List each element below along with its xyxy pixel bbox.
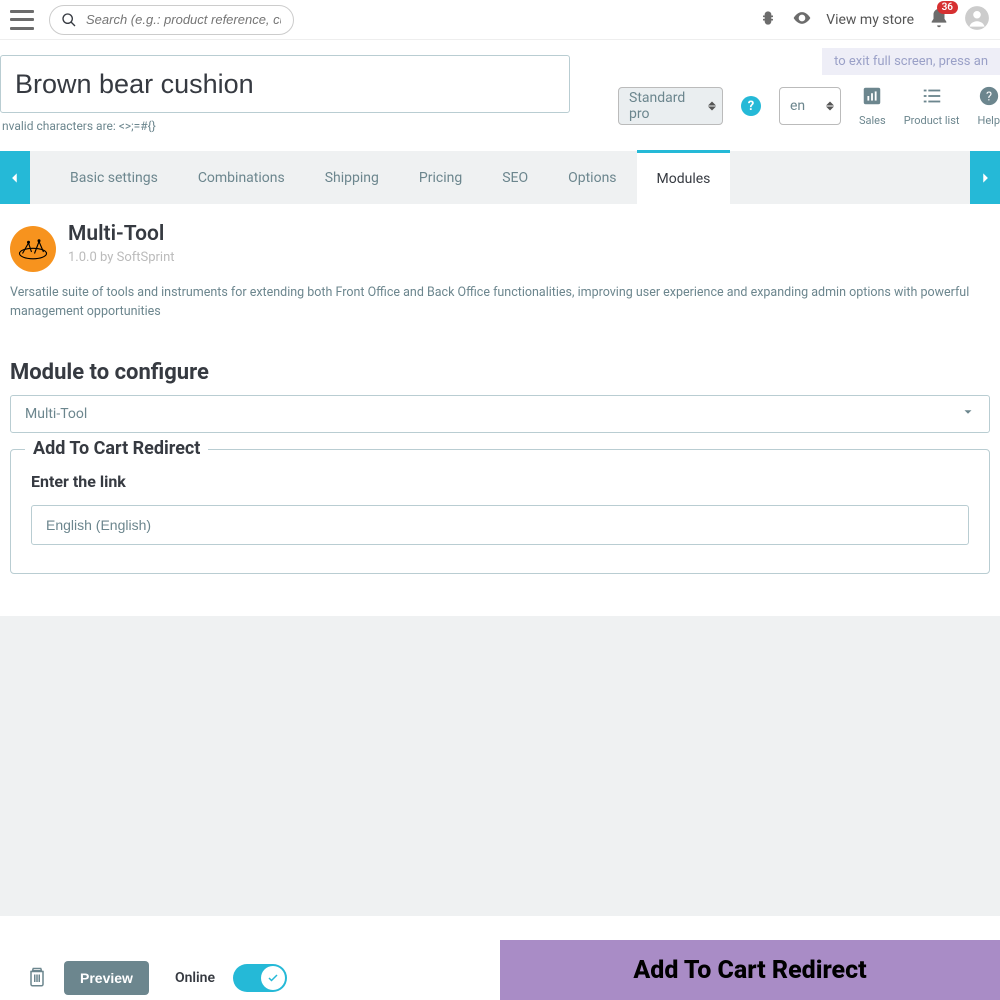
fullscreen-hint: to exit full screen, press an [822, 48, 1000, 75]
sales-link[interactable]: Sales [859, 85, 886, 127]
list-icon [921, 85, 943, 110]
redirect-fieldset: Add To Cart Redirect Enter the link [10, 449, 990, 574]
module-logo [10, 226, 56, 272]
sales-label: Sales [859, 114, 886, 127]
module-title-wrap: Multi-Tool 1.0.0 by SoftSprint [68, 222, 175, 265]
bar-chart-icon [861, 85, 883, 110]
product-list-label: Product list [904, 114, 960, 127]
question-icon: ? [978, 85, 1000, 110]
module-select-value: Multi-Tool [25, 406, 87, 422]
bell-icon [928, 14, 950, 33]
tab-options[interactable]: Options [548, 151, 636, 204]
module-header: Multi-Tool 1.0.0 by SoftSprint [10, 222, 990, 272]
module-subtitle: 1.0.0 by SoftSprint [68, 250, 175, 265]
module-description: Versatile suite of tools and instruments… [10, 284, 990, 322]
link-label: Enter the link [31, 472, 969, 491]
product-list-link[interactable]: Product list [904, 85, 960, 127]
tab-pricing[interactable]: Pricing [399, 151, 482, 204]
fieldset-legend: Add To Cart Redirect [25, 438, 208, 459]
tab-seo[interactable]: SEO [482, 151, 548, 204]
link-input[interactable] [31, 505, 969, 545]
invalid-chars-hint: nvalid characters are: <>;=#{} [0, 119, 570, 133]
svg-text:?: ? [986, 90, 992, 105]
config-heading: Module to configure [10, 360, 990, 385]
delete-button[interactable] [28, 965, 46, 991]
next-tab-button[interactable] [970, 151, 1000, 204]
tabs: Basic settings Combinations Shipping Pri… [0, 151, 1000, 204]
product-type-value: Standard pro [629, 90, 698, 122]
eye-icon [792, 8, 812, 32]
menu-icon[interactable] [10, 10, 34, 30]
product-title-input[interactable] [0, 55, 570, 113]
tab-combinations[interactable]: Combinations [178, 151, 305, 204]
notification-badge: 36 [937, 1, 958, 14]
module-panel: Multi-Tool 1.0.0 by SoftSprint Versatile… [0, 204, 1000, 592]
debug-icon[interactable] [758, 8, 778, 32]
help-icon[interactable]: ? [741, 96, 761, 116]
online-label: Online [175, 970, 215, 986]
title-column: nvalid characters are: <>;=#{} [0, 55, 570, 133]
module-title: Multi-Tool [68, 222, 175, 246]
updown-icon [708, 102, 716, 111]
search-wrap [49, 5, 294, 35]
notifications[interactable]: 36 [928, 7, 950, 33]
language-select[interactable]: en [779, 87, 841, 125]
tab-shipping[interactable]: Shipping [305, 151, 399, 204]
product-type-select[interactable]: Standard pro [618, 87, 723, 125]
preview-button[interactable]: Preview [64, 961, 149, 995]
updown-icon [826, 102, 834, 111]
banner: Add To Cart Redirect [500, 940, 1000, 1000]
view-store-link[interactable]: View my store [826, 12, 914, 28]
topbar: View my store 36 [0, 0, 1000, 40]
chevron-down-icon [961, 405, 975, 423]
toggle-knob [261, 966, 285, 990]
footer-bar: Preview Online [0, 956, 500, 1000]
prev-tab-button[interactable] [0, 151, 30, 204]
module-select[interactable]: Multi-Tool [10, 395, 990, 433]
search-icon [61, 12, 77, 32]
online-toggle[interactable] [233, 964, 287, 992]
search-input[interactable] [49, 5, 294, 35]
tab-modules[interactable]: Modules [637, 150, 731, 204]
help-label: Help [977, 114, 1000, 127]
tab-basic-settings[interactable]: Basic settings [50, 151, 178, 204]
product-header: to exit full screen, press an nvalid cha… [0, 40, 1000, 133]
spacer [0, 616, 1000, 916]
product-header-right: Standard pro ? en Sales Product list ? H… [618, 85, 1000, 127]
help-link[interactable]: ? Help [977, 85, 1000, 127]
language-value: en [790, 98, 805, 114]
avatar-icon[interactable] [964, 5, 990, 35]
tabs-list: Basic settings Combinations Shipping Pri… [30, 151, 730, 204]
topbar-right: View my store 36 [758, 5, 990, 35]
